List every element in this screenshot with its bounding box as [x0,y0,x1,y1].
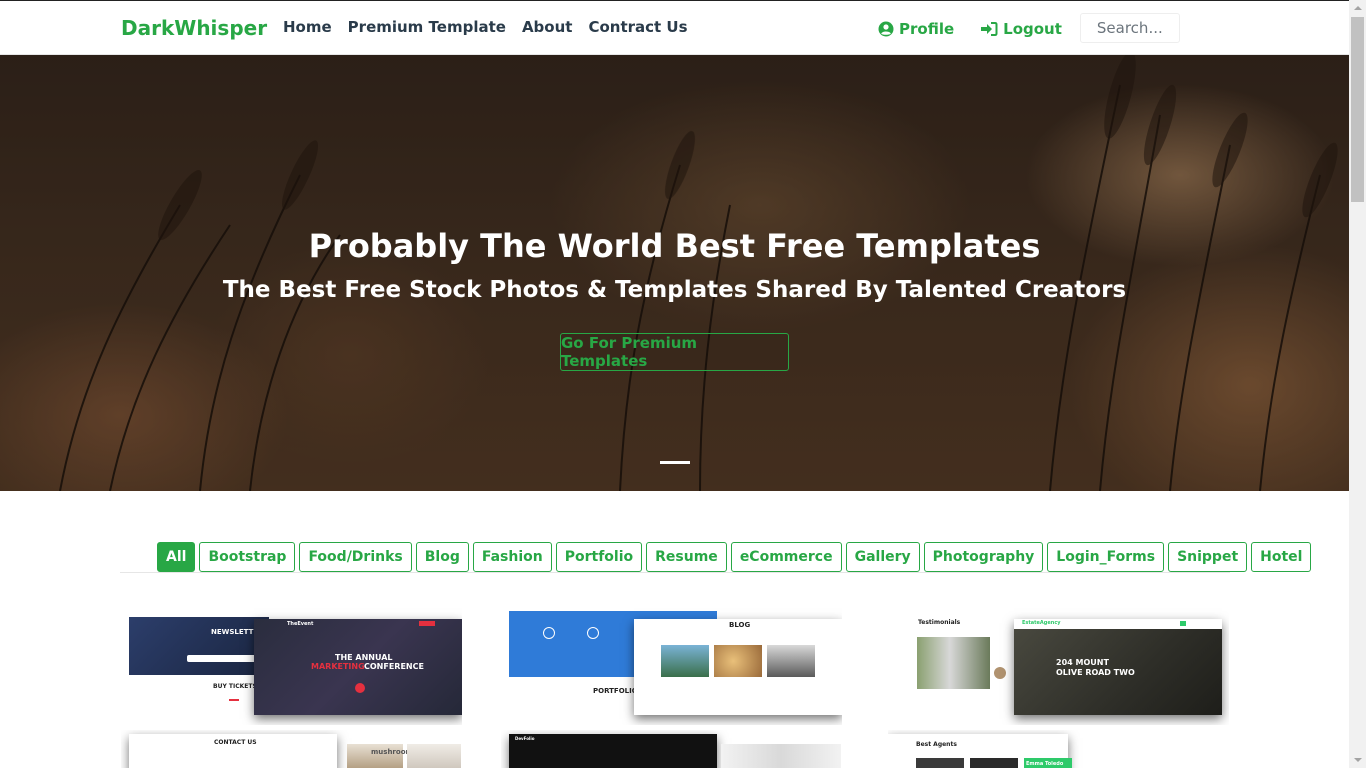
event-nav-button [419,621,435,626]
blog-card-image [714,645,762,677]
template-thumbnail[interactable]: DevFolio [501,730,842,768]
filter-all[interactable]: All [157,542,196,572]
profile-label: Profile [899,20,955,38]
agent-photo [916,758,964,768]
profile-link[interactable]: Profile [878,20,954,38]
blog-card-image [767,645,815,677]
blog-card-image [661,645,709,677]
hero-subtitle: The Best Free Stock Photos & Templates S… [222,277,1127,303]
agents-label: Best Agents [916,741,957,748]
scroll-down-arrow-icon[interactable] [1349,751,1366,768]
newsletter-panel [129,617,269,675]
estate-brand: EstateAgency [1022,620,1061,626]
nav-link-about[interactable]: About [522,18,573,36]
estate-nav-button [1180,621,1186,626]
event-title-1: THE ANNUAL [335,653,393,662]
search-input[interactable] [1079,13,1180,43]
scroll-up-arrow-icon[interactable] [1349,0,1366,17]
template-thumbnail[interactable]: CONTACT US mushroom [121,730,462,768]
tickets-label: BUY TICKETS [213,683,257,690]
carousel-indicator[interactable] [660,461,690,464]
blog-label: BLOG [729,621,751,629]
stats-icon [543,627,555,639]
nav-link-premium-template[interactable]: Premium Template [348,18,506,36]
testimonials-label: Testimonials [918,619,961,626]
filter-bootstrap[interactable]: Bootstrap [199,542,296,572]
filter-blog[interactable]: Blog [415,542,469,572]
devfolio-image [721,744,841,768]
filter-ecommerce[interactable]: eCommerce [730,542,842,572]
agent-name: Emma Toledo [1026,761,1064,767]
filter-food-drinks[interactable]: Food/Drinks [299,542,412,572]
event-title-3: CONFERENCE [364,662,424,671]
filter-photography[interactable]: Photography [923,542,1044,572]
scrollbar-thumb[interactable] [1351,17,1364,202]
nav-right: Profile Logout [878,13,1180,43]
sign-out-icon [981,22,998,36]
event-brand: TheEvent [287,621,314,627]
nav-links: Home Premium Template About Contract Us [283,18,688,36]
gallery-photo [407,744,461,768]
estate-title-1: 204 MOUNT [1056,658,1109,667]
filter-resume[interactable]: Resume [646,542,727,572]
event-play-button [355,683,365,693]
page: DarkWhisper Home Premium Template About … [0,0,1366,768]
brand-logo[interactable]: DarkWhisper [121,16,267,40]
filter-gallery[interactable]: Gallery [845,542,920,572]
filter-fashion[interactable]: Fashion [472,542,552,572]
user-circle-icon [878,21,894,37]
contact-label: CONTACT US [214,739,257,746]
filter-hotel[interactable]: Hotel [1251,542,1312,572]
estate-title-2: OLIVE ROAD TWO [1056,668,1135,677]
filter-snippet[interactable]: Snippet [1168,542,1248,572]
devfolio-brand: DevFolio [515,736,535,741]
tickets-underline [229,699,239,701]
logout-link[interactable]: Logout [980,20,1062,38]
hero-background-image [0,55,1349,491]
premium-templates-button[interactable]: Go For Premium Templates [560,333,789,371]
testimonial-avatar [994,667,1006,679]
filters-divider [120,572,1230,573]
stats-icon [587,627,599,639]
page-scrollbar[interactable] [1349,0,1366,768]
agent-photo [970,758,1018,768]
portfolio-label: PORTFOLIO [593,687,638,695]
template-thumbnail[interactable]: NEWSLETTER BUY TICKETS TheEvent THE ANNU… [121,607,462,725]
hero-title: Probably The World Best Free Templates [308,227,1041,265]
estate-hero [1014,619,1222,715]
filter-login-forms[interactable]: Login_Forms [1047,542,1165,572]
nav-link-contract-us[interactable]: Contract Us [588,18,687,36]
devfolio-hero [509,734,717,768]
category-filters: All Bootstrap Food/Drinks Blog Fashion P… [157,542,1312,572]
filter-portfolio[interactable]: Portfolio [555,542,643,572]
logout-label: Logout [1003,20,1062,38]
hero-carousel: Probably The World Best Free Templates T… [0,55,1349,491]
newsletter-input [187,655,257,662]
template-thumbnail[interactable]: PORTFOLIO BLOG [501,607,842,725]
event-title-2: MARKETING [311,662,365,671]
template-thumbnail[interactable]: Best Agents Emma Toledo [888,730,1229,768]
template-thumbnail[interactable]: Testimonials EstateAgency 204 MOUNT OLIV… [888,607,1229,725]
navbar: DarkWhisper Home Premium Template About … [0,0,1349,55]
testimonial-photo [917,637,990,689]
nav-link-home[interactable]: Home [283,18,332,36]
